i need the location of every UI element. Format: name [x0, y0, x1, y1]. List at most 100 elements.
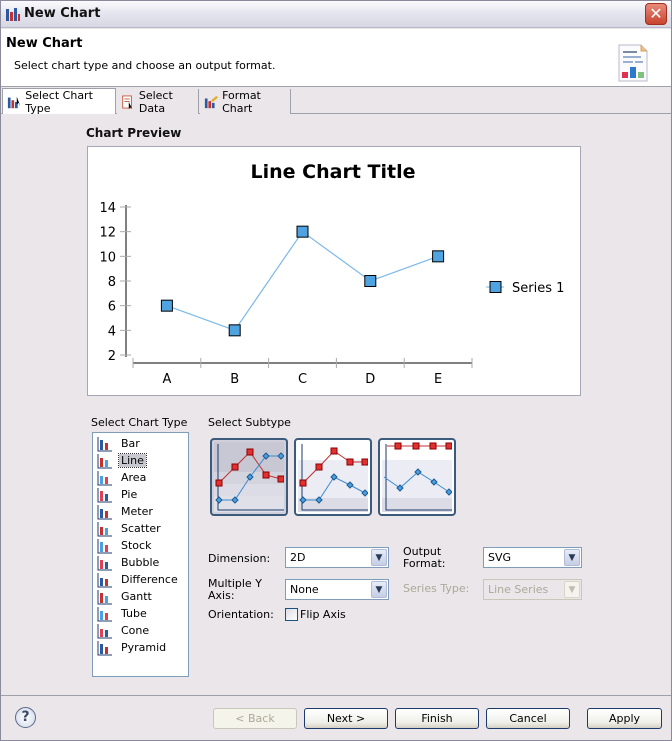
- select-subtype-label: Select Subtype: [208, 416, 291, 429]
- x-tick-label: C: [298, 372, 307, 387]
- multiple-y-axis-select[interactable]: None ▼: [285, 579, 389, 600]
- chart-type-item[interactable]: Meter: [93, 503, 188, 520]
- tab-format-chart[interactable]: Format Chart: [200, 88, 291, 115]
- y-tick-label: 6: [108, 300, 116, 315]
- cone-chart-icon: [97, 623, 112, 638]
- select-chart-type-label: Select Chart Type: [91, 416, 188, 429]
- output-format-label: Output Format:: [403, 545, 446, 570]
- chart-type-item[interactable]: Gantt: [93, 588, 188, 605]
- tab-select-chart-type[interactable]: Select Chart Type: [2, 88, 116, 115]
- subtype-stacked-line[interactable]: [294, 438, 372, 516]
- tube-chart-icon: [97, 606, 112, 621]
- title-bar: New Chart ✕: [1, 1, 671, 28]
- chevron-down-icon: ▼: [564, 581, 580, 598]
- chart-type-item[interactable]: Bar: [93, 435, 188, 452]
- percent-stacked-line-subtype-icon: [382, 442, 453, 512]
- chart-type-item[interactable]: Pyramid: [93, 639, 188, 656]
- dimension-select[interactable]: 2D ▼: [285, 547, 389, 568]
- chart-type-label: Pie: [121, 488, 138, 501]
- tab-bar: Select Chart Type Select Data Format Cha…: [1, 88, 671, 115]
- chart-type-label: Difference: [121, 573, 178, 586]
- difference-chart-icon: [97, 572, 112, 587]
- pyramid-chart-icon: [97, 640, 112, 655]
- chart-type-item[interactable]: Scatter: [93, 520, 188, 537]
- chart-type-label: Scatter: [121, 522, 161, 535]
- legend-marker: [489, 281, 502, 293]
- series-type-select: Line Series ▼: [483, 579, 582, 600]
- new-chart-dialog: New Chart ✕ New Chart Select chart type …: [0, 0, 672, 741]
- chevron-down-icon[interactable]: ▼: [371, 581, 387, 598]
- chart-type-label: Area: [121, 471, 147, 484]
- chart-type-item[interactable]: Difference: [93, 571, 188, 588]
- y-tick-label: 8: [108, 275, 116, 290]
- y-tick-label: 12: [99, 226, 116, 241]
- flip-axis-label[interactable]: Flip Axis: [300, 609, 346, 621]
- y-tick-label: 4: [108, 324, 116, 339]
- format-chart-icon: [204, 95, 219, 108]
- output-format-value: SVG: [488, 551, 512, 564]
- chart-type-item[interactable]: Cone: [93, 622, 188, 639]
- stock-chart-icon: [97, 538, 112, 553]
- chart-type-label: Bubble: [121, 556, 160, 569]
- chart-type-item[interactable]: Line: [93, 452, 188, 469]
- data-point: [432, 250, 445, 263]
- meter-chart-icon: [97, 504, 112, 519]
- chart-type-label: Stock: [121, 539, 152, 552]
- line-chart: Line Chart Title 2 4 6 8 10 12 14 A B C D E Series …: [99, 161, 564, 387]
- chart-app-icon: [6, 8, 20, 21]
- chart-type-label: Pyramid: [121, 641, 167, 654]
- chart-type-list[interactable]: Bar Line Area Pie Meter Scatter Stock Bubble Dif…: [92, 432, 189, 677]
- chevron-down-icon[interactable]: ▼: [564, 549, 580, 566]
- apply-button[interactable]: Apply: [587, 708, 662, 729]
- close-button[interactable]: ✕: [645, 3, 667, 25]
- multiple-y-axis-value: None: [290, 583, 319, 596]
- pie-chart-icon: [97, 487, 112, 502]
- x-tick-label: E: [434, 372, 442, 387]
- multiple-y-axis-label: Multiple Y Axis:: [208, 577, 262, 602]
- chevron-down-icon[interactable]: ▼: [371, 549, 387, 566]
- chart-type-label: Gantt: [121, 590, 152, 603]
- chart-type-item[interactable]: Stock: [93, 537, 188, 554]
- scatter-chart-icon: [97, 521, 112, 536]
- help-button[interactable]: ?: [15, 707, 36, 728]
- dimension-label: Dimension:: [208, 552, 271, 565]
- subtype-percent-stacked-line[interactable]: [378, 438, 456, 516]
- next-button[interactable]: Next >: [304, 708, 388, 729]
- chart-type-label: Bar: [121, 437, 140, 450]
- tab-label: Format Chart: [222, 88, 261, 115]
- cancel-button[interactable]: Cancel: [486, 708, 570, 729]
- chart-type-label: Cone: [121, 624, 150, 637]
- y-tick-label: 10: [99, 250, 116, 265]
- flip-axis-checkbox[interactable]: [285, 608, 298, 621]
- chart-title: Line Chart Title: [251, 161, 416, 183]
- legend-label: Series 1: [512, 281, 564, 296]
- window-title: New Chart: [24, 6, 101, 21]
- chart-type-item[interactable]: Bubble: [93, 554, 188, 571]
- stacked-line-subtype-icon: [298, 442, 369, 512]
- output-format-select[interactable]: SVG ▼: [483, 547, 582, 568]
- chart-document-icon: [618, 44, 648, 82]
- chart-type-icon: [7, 96, 21, 108]
- y-tick-label: 14: [99, 201, 116, 216]
- help-icon: ?: [21, 709, 30, 725]
- series-line: [166, 230, 439, 332]
- tab-label: Select Data: [138, 88, 173, 115]
- tab-label: Select Chart Type: [25, 88, 93, 115]
- dimension-value: 2D: [290, 551, 306, 564]
- subtype-overlay-line[interactable]: [210, 438, 288, 516]
- bubble-chart-icon: [97, 555, 112, 570]
- chart-type-item[interactable]: Tube: [93, 605, 188, 622]
- area-chart-icon: [97, 470, 112, 485]
- data-point: [296, 225, 309, 238]
- data-point: [364, 275, 377, 287]
- page-title: New Chart: [6, 36, 83, 51]
- x-tick-label: B: [230, 372, 239, 387]
- finish-button[interactable]: Finish: [395, 708, 479, 729]
- chart-preview-label: Chart Preview: [86, 126, 182, 140]
- gantt-chart-icon: [97, 589, 112, 604]
- chart-type-item[interactable]: Pie: [93, 486, 188, 503]
- close-icon: ✕: [649, 4, 663, 23]
- chart-type-item[interactable]: Area: [93, 469, 188, 486]
- chart-type-label: Meter: [121, 505, 153, 518]
- tab-select-data[interactable]: Select Data: [117, 88, 199, 115]
